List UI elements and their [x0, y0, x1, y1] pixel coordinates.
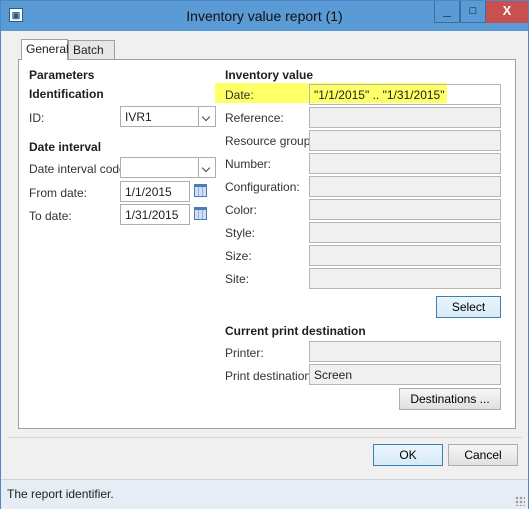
printer-label: Printer: — [225, 346, 264, 360]
date-interval-heading: Date interval — [29, 140, 102, 154]
id-label: ID: — [29, 111, 45, 125]
resize-grip-icon[interactable] — [515, 496, 525, 506]
resource-group-field — [309, 130, 501, 151]
style-field — [309, 222, 501, 243]
from-date-label: From date: — [29, 186, 88, 200]
tab-batch[interactable]: Batch — [68, 40, 115, 59]
calendar-icon[interactable] — [194, 207, 207, 220]
minimize-button[interactable]: _ — [434, 1, 460, 23]
id-select[interactable]: IVR1 — [120, 106, 216, 127]
general-tab-panel: Parameters Identification ID: IVR1 Date … — [18, 59, 516, 429]
configuration-field — [309, 176, 501, 197]
to-date-input[interactable]: 1/31/2015 — [120, 204, 190, 225]
divider — [8, 437, 522, 438]
configuration-label: Configuration: — [225, 180, 300, 194]
identification-heading: Identification — [29, 87, 104, 101]
ok-button[interactable]: OK — [373, 444, 443, 466]
close-button[interactable]: X — [486, 1, 528, 23]
inventory-value-heading: Inventory value — [225, 68, 314, 82]
color-field — [309, 199, 501, 220]
date-range-field[interactable]: "1/1/2015" .. "1/31/2015" — [309, 84, 501, 105]
style-label: Style: — [225, 226, 256, 240]
date-range-value: "1/1/2015" .. "1/31/2015" — [314, 88, 445, 102]
date-label: Date: — [225, 88, 254, 102]
destinations-button[interactable]: Destinations ... — [399, 388, 501, 410]
reference-field — [309, 107, 501, 128]
report-dialog-window: ▣ Inventory value report (1) _ □ X Gener… — [0, 0, 529, 509]
to-date-label: To date: — [29, 209, 72, 223]
number-label: Number: — [225, 157, 272, 171]
tab-general[interactable]: General — [21, 39, 69, 60]
number-field — [309, 153, 501, 174]
chevron-down-icon[interactable] — [198, 107, 215, 126]
color-label: Color: — [225, 203, 258, 217]
site-field — [309, 268, 501, 289]
resource-group-label: Resource group: — [225, 134, 314, 148]
size-field — [309, 245, 501, 266]
chevron-down-icon[interactable] — [198, 158, 215, 177]
site-label: Site: — [225, 272, 250, 286]
print-destination-heading: Current print destination — [225, 324, 366, 338]
print-destination-label: Print destination: — [225, 369, 315, 383]
printer-field — [309, 341, 501, 362]
status-bar: The report identifier. — [1, 479, 528, 509]
status-text: The report identifier. — [7, 487, 114, 501]
parameters-heading: Parameters — [29, 68, 95, 82]
select-button[interactable]: Select — [436, 296, 501, 318]
from-date-input[interactable]: 1/1/2015 — [120, 181, 190, 202]
size-label: Size: — [225, 249, 252, 263]
maximize-button[interactable]: □ — [460, 1, 486, 23]
title-bar[interactable]: ▣ Inventory value report (1) _ □ X — [1, 1, 528, 31]
cancel-button[interactable]: Cancel — [448, 444, 518, 466]
date-interval-code-label: Date interval code: — [29, 162, 130, 176]
dialog-content: General Batch Parameters Identification … — [8, 31, 522, 501]
reference-label: Reference: — [225, 111, 284, 125]
calendar-icon[interactable] — [194, 184, 207, 197]
id-value: IVR1 — [125, 110, 152, 124]
print-destination-field: Screen — [309, 364, 501, 385]
date-interval-code-select[interactable] — [120, 157, 216, 178]
